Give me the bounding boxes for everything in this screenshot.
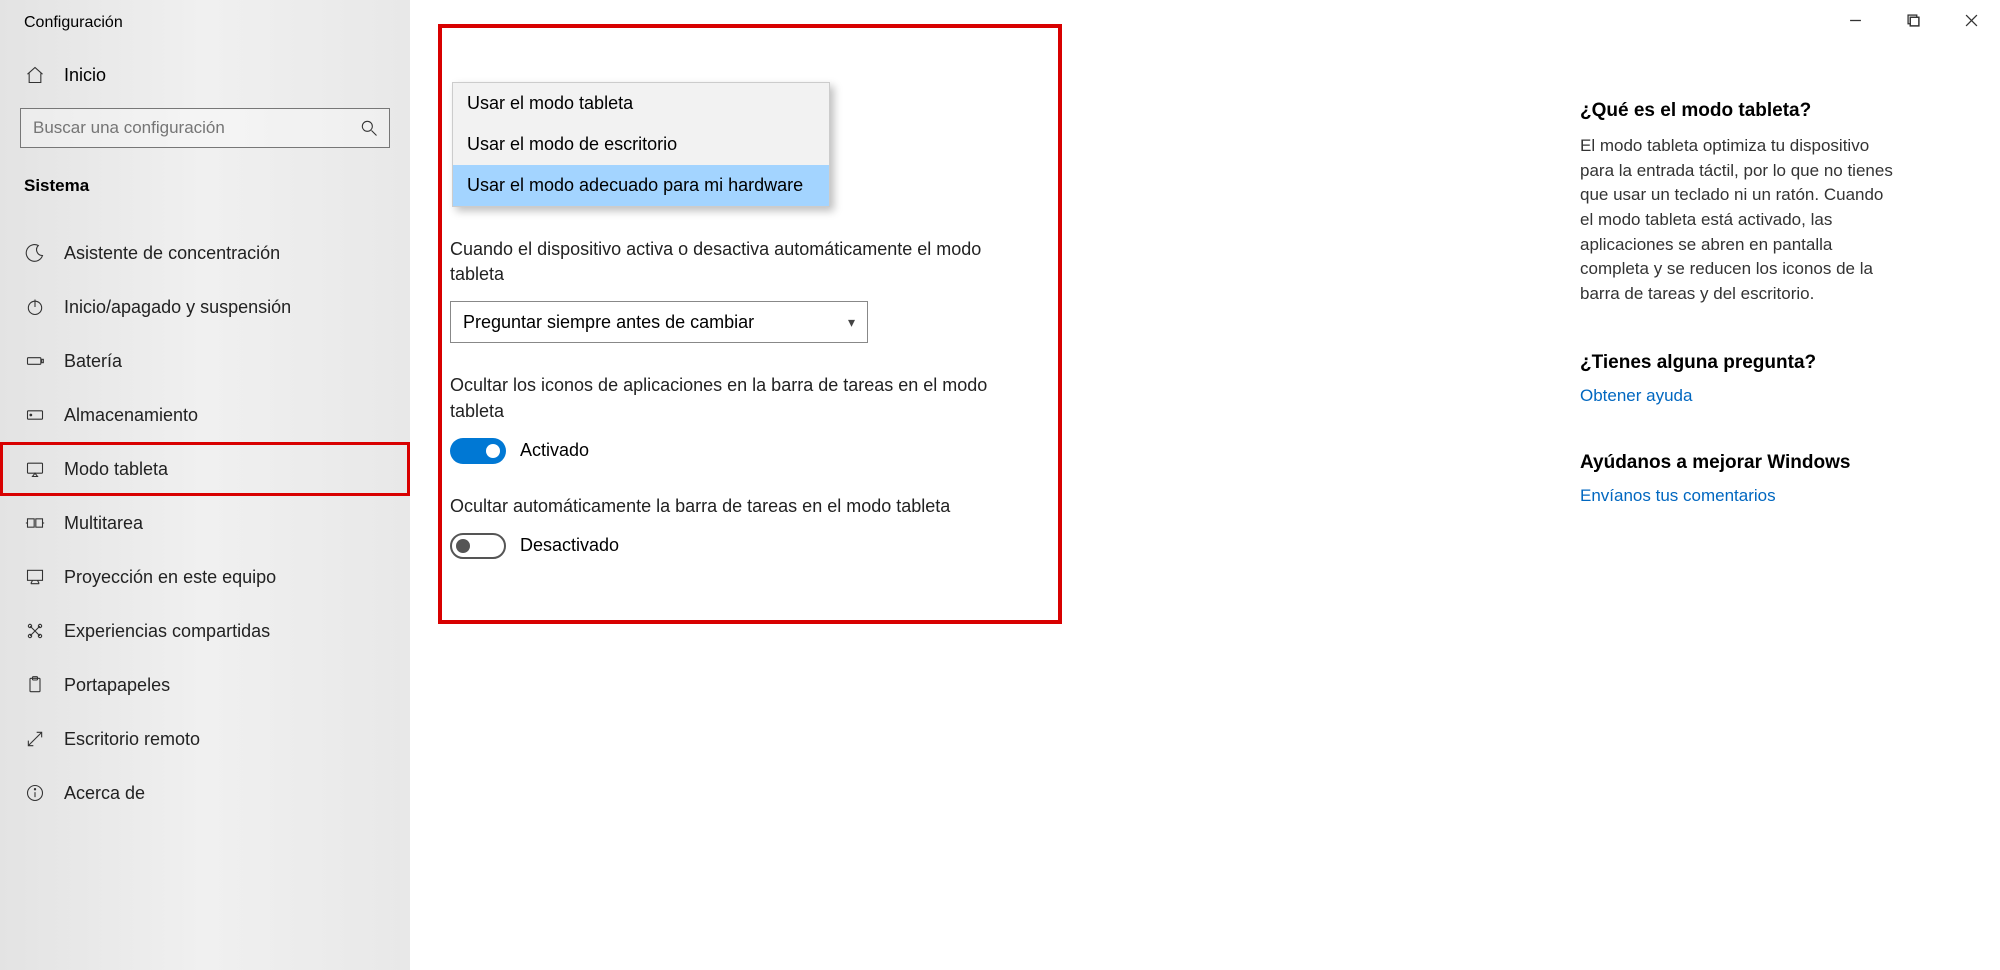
aside-what-is-title: ¿Qué es el modo tableta? bbox=[1580, 100, 1960, 122]
storage-icon bbox=[24, 404, 46, 426]
hide-taskbar-toggle[interactable] bbox=[450, 533, 506, 559]
send-feedback-link[interactable]: Envíanos tus comentarios bbox=[1580, 486, 1960, 506]
nav-item-battery[interactable]: Batería bbox=[0, 334, 410, 388]
nav-label: Acerca de bbox=[64, 783, 145, 804]
nav-item-projecting[interactable]: Proyección en este equipo bbox=[0, 550, 410, 604]
nav-item-power[interactable]: Inicio/apagado y suspensión bbox=[0, 280, 410, 334]
tablet-icon bbox=[24, 458, 46, 480]
nav-label: Batería bbox=[64, 351, 122, 372]
dropdown-option-tablet[interactable]: Usar el modo tableta bbox=[453, 83, 829, 124]
signin-mode-dropdown[interactable]: Usar el modo tableta Usar el modo de esc… bbox=[452, 82, 830, 207]
nav-item-multitasking[interactable]: Multitarea bbox=[0, 496, 410, 550]
nav-item-remote-desktop[interactable]: Escritorio remoto bbox=[0, 712, 410, 766]
aside-panel: ¿Qué es el modo tableta? El modo tableta… bbox=[1580, 40, 1960, 930]
share-icon bbox=[24, 620, 46, 642]
nav-label: Asistente de concentración bbox=[64, 243, 280, 264]
remote-icon bbox=[24, 728, 46, 750]
main-content: Usar el modo tableta Usar el modo de esc… bbox=[410, 0, 2000, 970]
nav-label: Escritorio remoto bbox=[64, 729, 200, 750]
nav-label: Multitarea bbox=[64, 513, 143, 534]
get-help-link[interactable]: Obtener ayuda bbox=[1580, 386, 1960, 406]
maximize-button[interactable] bbox=[1884, 0, 1942, 40]
aside-what-is-body: El modo tableta optimiza tu dispositivo … bbox=[1580, 134, 1900, 306]
nav-label: Experiencias compartidas bbox=[64, 621, 270, 642]
close-button[interactable] bbox=[1942, 0, 2000, 40]
auto-switch-label: Cuando el dispositivo activa o desactiva… bbox=[450, 237, 1010, 287]
nav-label: Inicio/apagado y suspensión bbox=[64, 297, 291, 318]
section-label: Sistema bbox=[0, 166, 410, 226]
search-icon bbox=[358, 117, 380, 139]
auto-switch-value: Preguntar siempre antes de cambiar bbox=[463, 312, 754, 333]
nav-home-label: Inicio bbox=[64, 65, 106, 86]
dropdown-option-desktop[interactable]: Usar el modo de escritorio bbox=[453, 124, 829, 165]
nav-label: Proyección en este equipo bbox=[64, 567, 276, 588]
aside-question-title: ¿Tienes alguna pregunta? bbox=[1580, 352, 1960, 374]
clipboard-icon bbox=[24, 674, 46, 696]
hide-icons-state: Activado bbox=[520, 440, 589, 461]
project-icon bbox=[24, 566, 46, 588]
nav-item-storage[interactable]: Almacenamiento bbox=[0, 388, 410, 442]
nav-item-about[interactable]: Acerca de bbox=[0, 766, 410, 820]
moon-icon bbox=[24, 242, 46, 264]
nav-item-tablet-mode[interactable]: Modo tableta bbox=[0, 442, 410, 496]
battery-icon bbox=[24, 350, 46, 372]
dropdown-option-hardware[interactable]: Usar el modo adecuado para mi hardware bbox=[453, 165, 829, 206]
power-icon bbox=[24, 296, 46, 318]
nav-label: Portapapeles bbox=[64, 675, 170, 696]
auto-switch-select[interactable]: Preguntar siempre antes de cambiar ▾ bbox=[450, 301, 868, 343]
sidebar: Configuración Inicio Sistema Asistente d… bbox=[0, 0, 410, 970]
window-title: Configuración bbox=[0, 14, 410, 50]
chevron-down-icon: ▾ bbox=[848, 314, 855, 331]
nav-item-focus-assist[interactable]: Asistente de concentración bbox=[0, 226, 410, 280]
nav-item-clipboard[interactable]: Portapapeles bbox=[0, 658, 410, 712]
hide-taskbar-label: Ocultar automáticamente la barra de tare… bbox=[450, 494, 1010, 519]
home-icon bbox=[24, 64, 46, 86]
hide-icons-toggle[interactable] bbox=[450, 438, 506, 464]
nav-home[interactable]: Inicio bbox=[0, 50, 410, 100]
minimize-button[interactable] bbox=[1826, 0, 1884, 40]
multitask-icon bbox=[24, 512, 46, 534]
hide-taskbar-state: Desactivado bbox=[520, 535, 619, 556]
nav-item-shared-experiences[interactable]: Experiencias compartidas bbox=[0, 604, 410, 658]
nav-label: Almacenamiento bbox=[64, 405, 198, 426]
window-controls bbox=[1826, 0, 2000, 40]
hide-icons-label: Ocultar los iconos de aplicaciones en la… bbox=[450, 373, 1010, 423]
search-input[interactable] bbox=[20, 108, 390, 148]
info-icon bbox=[24, 782, 46, 804]
nav-label: Modo tableta bbox=[64, 459, 168, 480]
aside-feedback-title: Ayúdanos a mejorar Windows bbox=[1580, 452, 1960, 474]
